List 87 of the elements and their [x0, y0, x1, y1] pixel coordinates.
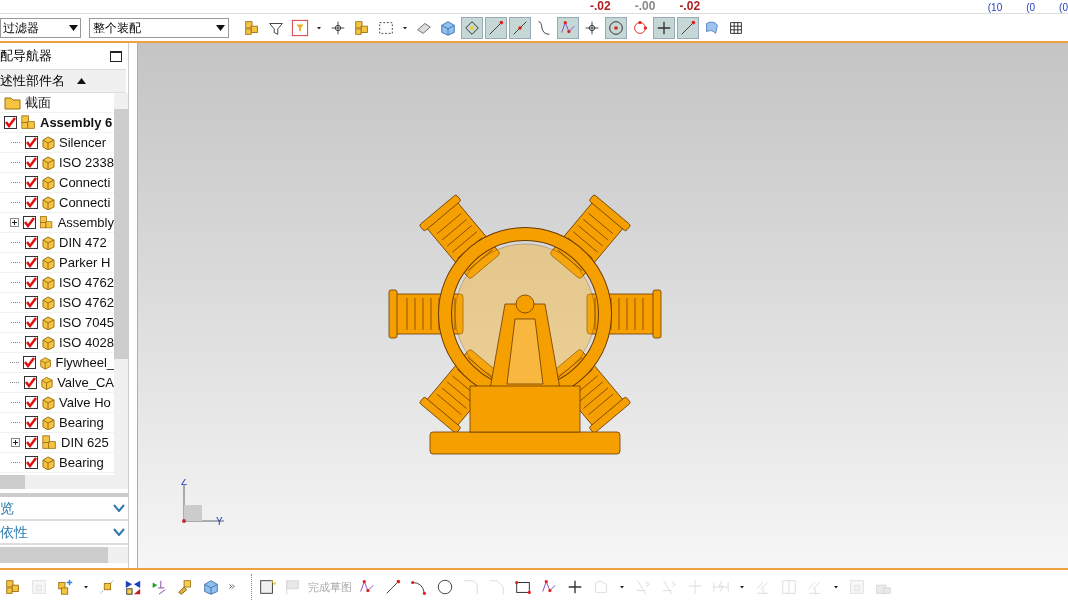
part-icon: [40, 375, 55, 390]
part-icon: [41, 415, 56, 430]
dropdown-arrow-icon: [216, 24, 225, 31]
fraction-value: (10: [987, 2, 1003, 13]
tree-item-label[interactable]: Valve_CA: [57, 372, 114, 393]
visibility-checkbox[interactable]: [25, 196, 38, 209]
spline-icon[interactable]: [557, 16, 579, 39]
assembly-icon: [39, 215, 55, 230]
sort-arrow-icon: [77, 78, 86, 84]
part-icon: [41, 395, 56, 410]
tree-item-label[interactable]: DIN 472: [59, 232, 107, 253]
part-icon: [41, 255, 56, 270]
panel-section-header[interactable]: 览: [0, 497, 128, 521]
dropdown-arrow-icon: [69, 24, 78, 31]
line-mid-icon[interactable]: [509, 16, 531, 39]
tree-item-label[interactable]: Assembly 6: [40, 112, 113, 133]
folder-icon: [4, 95, 22, 110]
visibility-checkbox[interactable]: [25, 256, 38, 269]
tree-item-label[interactable]: ISO 4762: [59, 292, 114, 313]
tree-item-label[interactable]: Bearing: [59, 452, 104, 473]
circle-center-icon[interactable]: [605, 16, 627, 39]
tree-item-label[interactable]: Flywheel_: [55, 352, 114, 373]
visibility-checkbox[interactable]: [25, 396, 38, 409]
visibility-checkbox[interactable]: [25, 236, 38, 249]
fraction-value: (0: [1026, 2, 1036, 13]
3d-viewport[interactable]: Z Y: [137, 43, 1068, 568]
navigator-title: 配导航器: [0, 47, 52, 66]
plus-icon[interactable]: [653, 16, 675, 39]
part-icon: [41, 315, 56, 330]
assembly-icon: [41, 435, 58, 450]
visibility-checkbox[interactable]: [23, 356, 37, 369]
visibility-checkbox[interactable]: [25, 316, 38, 329]
tree-item-label[interactable]: Valve Ho: [59, 392, 111, 413]
type-filter-dropdown[interactable]: 过滤器: [0, 17, 81, 38]
visibility-checkbox[interactable]: [25, 436, 38, 449]
column-header[interactable]: 述性部件名: [0, 69, 126, 93]
part-icon: [41, 175, 56, 190]
reading-value: -.00: [634, 0, 656, 13]
part-icon: [39, 355, 53, 370]
horizontal-scrollbar[interactable]: [0, 475, 128, 489]
panel-section-header[interactable]: 依性: [0, 521, 128, 545]
part-icon: [41, 195, 56, 210]
line-end-icon[interactable]: [485, 16, 507, 39]
snap-icon[interactable]: [461, 16, 483, 39]
part-icon: [41, 155, 56, 170]
part-icon: [41, 135, 56, 150]
tree-item-label[interactable]: ISO 2338: [59, 152, 114, 173]
part-icon: [41, 235, 56, 250]
tree-item-label[interactable]: Connecti: [59, 192, 111, 213]
reading-value: -.02: [590, 0, 611, 13]
chevron-icon: [113, 528, 125, 536]
visibility-checkbox[interactable]: [25, 156, 38, 169]
part-icon: [41, 295, 56, 310]
tree-item-label[interactable]: Parker H: [59, 252, 111, 273]
visibility-checkbox[interactable]: [25, 416, 38, 429]
tree-item-label[interactable]: Connecti: [59, 172, 111, 193]
visibility-checkbox[interactable]: [24, 376, 38, 389]
tree-item-label[interactable]: ISO 7045: [59, 312, 114, 333]
visibility-checkbox[interactable]: [25, 336, 38, 349]
expand-toggle[interactable]: [10, 438, 20, 447]
part-icon: [41, 455, 56, 470]
tree-item-label[interactable]: 截面: [25, 93, 51, 113]
tree-item-label[interactable]: ISO 4762: [59, 272, 114, 293]
part-icon: [41, 335, 56, 350]
chevron-icon: [113, 504, 125, 512]
visibility-checkbox[interactable]: [25, 296, 38, 309]
part-icon: [41, 275, 56, 290]
visibility-checkbox[interactable]: [4, 116, 17, 129]
line-end-icon[interactable]: [677, 16, 699, 39]
tree-item-label[interactable]: ISO 4028: [59, 332, 114, 353]
visibility-checkbox[interactable]: [25, 276, 38, 289]
visibility-checkbox[interactable]: [25, 456, 38, 469]
visibility-checkbox[interactable]: [23, 216, 37, 229]
tree-item-label[interactable]: Silencer: [59, 132, 106, 153]
assembly-icon: [20, 115, 37, 130]
horizontal-scrollbar[interactable]: [0, 547, 128, 563]
expand-toggle[interactable]: [9, 218, 19, 227]
tree-item-label[interactable]: Assembly: [57, 212, 114, 233]
vertical-scrollbar[interactable]: [114, 93, 128, 475]
visibility-checkbox[interactable]: [25, 136, 38, 149]
visibility-checkbox[interactable]: [25, 176, 38, 189]
tree-item-label[interactable]: Bearing: [59, 412, 104, 433]
fraction-value: (0: [1059, 2, 1068, 13]
maximize-icon[interactable]: [110, 50, 122, 62]
reading-value: -.02: [679, 0, 701, 13]
scope-dropdown[interactable]: 整个装配: [89, 17, 229, 38]
tree-item-label[interactable]: DIN 625: [61, 432, 109, 453]
